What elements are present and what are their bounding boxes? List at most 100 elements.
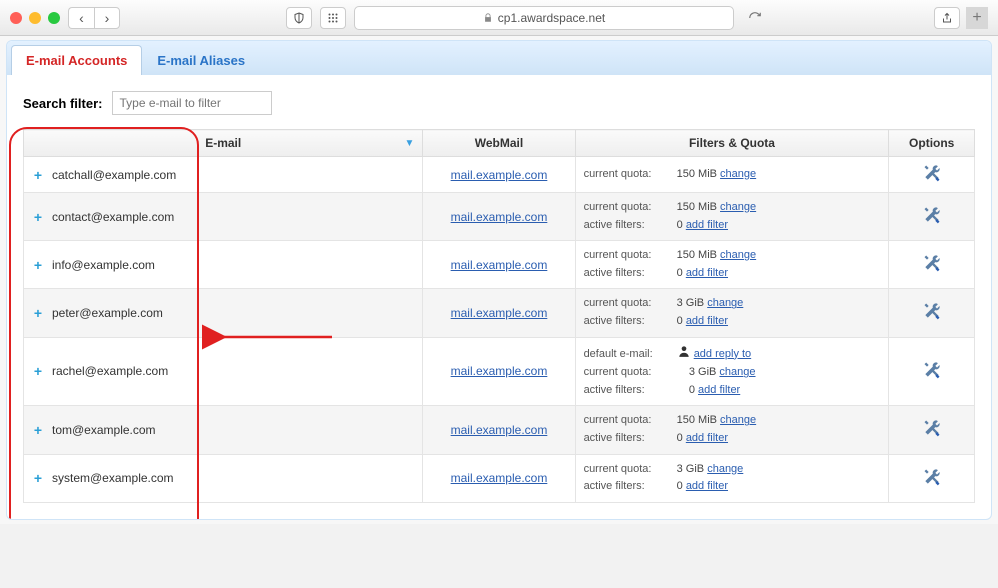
active-filters-label: active filters: [584,313,674,331]
url-text: cp1.awardspace.net [498,11,605,25]
email-address: rachel@example.com [52,364,168,378]
person-icon [677,344,691,365]
add-filter-link[interactable]: add filter [686,432,728,444]
expand-row-icon[interactable]: + [32,472,44,484]
filters-value: 0 [677,219,683,231]
quota-value: 3 GiB [677,463,705,475]
minimize-window-icon[interactable] [29,12,41,24]
tools-icon[interactable] [922,301,942,321]
tab-email-aliases[interactable]: E-mail Aliases [142,45,260,75]
tab-email-accounts[interactable]: E-mail Accounts [11,45,142,75]
quota-value: 150 MiB [677,414,717,426]
expand-row-icon[interactable]: + [32,169,44,181]
email-address: system@example.com [52,471,174,485]
window-controls [10,12,60,24]
webmail-link[interactable]: mail.example.com [451,471,548,485]
expand-row-icon[interactable]: + [32,424,44,436]
webmail-link[interactable]: mail.example.com [451,364,548,378]
new-tab-button[interactable]: + [966,7,988,29]
change-quota-link[interactable]: change [707,463,743,475]
quota-value: 3 GiB [689,366,717,378]
share-button[interactable] [934,7,960,29]
webmail-link[interactable]: mail.example.com [451,210,548,224]
webmail-link[interactable]: mail.example.com [451,423,548,437]
tools-icon[interactable] [922,418,942,438]
browser-titlebar: ‹ › cp1.awardspace.net + [0,0,998,36]
webmail-link[interactable]: mail.example.com [451,258,548,272]
current-quota-label: current quota: [584,412,674,430]
search-input[interactable] [112,91,272,115]
shield-icon[interactable] [286,7,312,29]
col-filters[interactable]: Filters & Quota [575,130,889,157]
close-window-icon[interactable] [10,12,22,24]
add-filter-link[interactable]: add filter [698,384,740,396]
quota-value: 150 MiB [677,201,717,213]
tools-icon[interactable] [922,163,942,183]
reload-button[interactable] [742,7,768,29]
panel-tabs: E-mail Accounts E-mail Aliases [7,41,991,75]
current-quota-label: current quota: [584,199,674,217]
lock-icon [483,13,493,23]
table-row: + catchall@example.com mail.example.com cur… [24,157,975,193]
filters-value: 0 [677,267,683,279]
active-filters-label: active filters: [584,478,674,496]
table-row: + info@example.com mail.example.com current… [24,241,975,289]
col-email[interactable]: E-mail ▼ [24,130,423,157]
nav-back-forward: ‹ › [68,7,120,29]
add-filter-link[interactable]: add filter [686,219,728,231]
sort-arrow-down-icon: ▼ [405,138,415,149]
webmail-link[interactable]: mail.example.com [451,168,548,182]
current-quota-label: current quota: [584,247,674,265]
expand-row-icon[interactable]: + [32,365,44,377]
add-filter-link[interactable]: add filter [686,315,728,327]
zoom-window-icon[interactable] [48,12,60,24]
email-address: tom@example.com [52,423,156,437]
filters-value: 0 [689,384,695,396]
current-quota-label: current quota: [584,461,674,479]
change-quota-link[interactable]: change [720,249,756,261]
expand-row-icon[interactable]: + [32,211,44,223]
current-quota-label: current quota: [584,364,674,382]
current-quota-label: current quota: [584,166,674,184]
quota-value: 3 GiB [677,297,705,309]
main-panel: E-mail Accounts E-mail Aliases Search fi… [6,40,992,520]
url-bar[interactable]: cp1.awardspace.net [354,6,734,30]
webmail-link[interactable]: mail.example.com [451,306,548,320]
current-quota-label: current quota: [584,295,674,313]
email-address: info@example.com [52,258,155,272]
change-quota-link[interactable]: change [720,168,756,180]
col-email-label: E-mail [205,136,241,150]
tools-icon[interactable] [922,467,942,487]
add-filter-link[interactable]: add filter [686,480,728,492]
email-address: contact@example.com [52,210,174,224]
table-row: + rachel@example.com mail.example.com defau… [24,337,975,406]
table-row: + contact@example.com mail.example.com curr… [24,193,975,241]
change-quota-link[interactable]: change [720,414,756,426]
expand-row-icon[interactable]: + [32,307,44,319]
search-row: Search filter: [23,91,975,115]
nav-forward-button[interactable]: › [94,7,120,29]
email-address: peter@example.com [52,306,163,320]
active-filters-label: active filters: [584,217,674,235]
page-body: E-mail Accounts E-mail Aliases Search fi… [0,36,998,524]
filters-value: 0 [677,480,683,492]
nav-back-button[interactable]: ‹ [68,7,94,29]
email-address: catchall@example.com [52,168,176,182]
table-row: + system@example.com mail.example.com curre… [24,454,975,502]
active-filters-label: active filters: [584,382,674,400]
change-quota-link[interactable]: change [707,297,743,309]
tools-icon[interactable] [922,205,942,225]
expand-row-icon[interactable]: + [32,259,44,271]
col-webmail[interactable]: WebMail [423,130,575,157]
active-filters-label: active filters: [584,265,674,283]
change-quota-link[interactable]: change [720,201,756,213]
add-filter-link[interactable]: add filter [686,267,728,279]
quota-value: 150 MiB [677,249,717,261]
tools-icon[interactable] [922,360,942,380]
col-options[interactable]: Options [889,130,975,157]
change-quota-link[interactable]: change [719,366,755,378]
add-reply-to-link[interactable]: add reply to [694,348,751,360]
apps-grid-icon[interactable] [320,7,346,29]
tools-icon[interactable] [922,253,942,273]
default-email-label: default e-mail: [584,346,674,364]
